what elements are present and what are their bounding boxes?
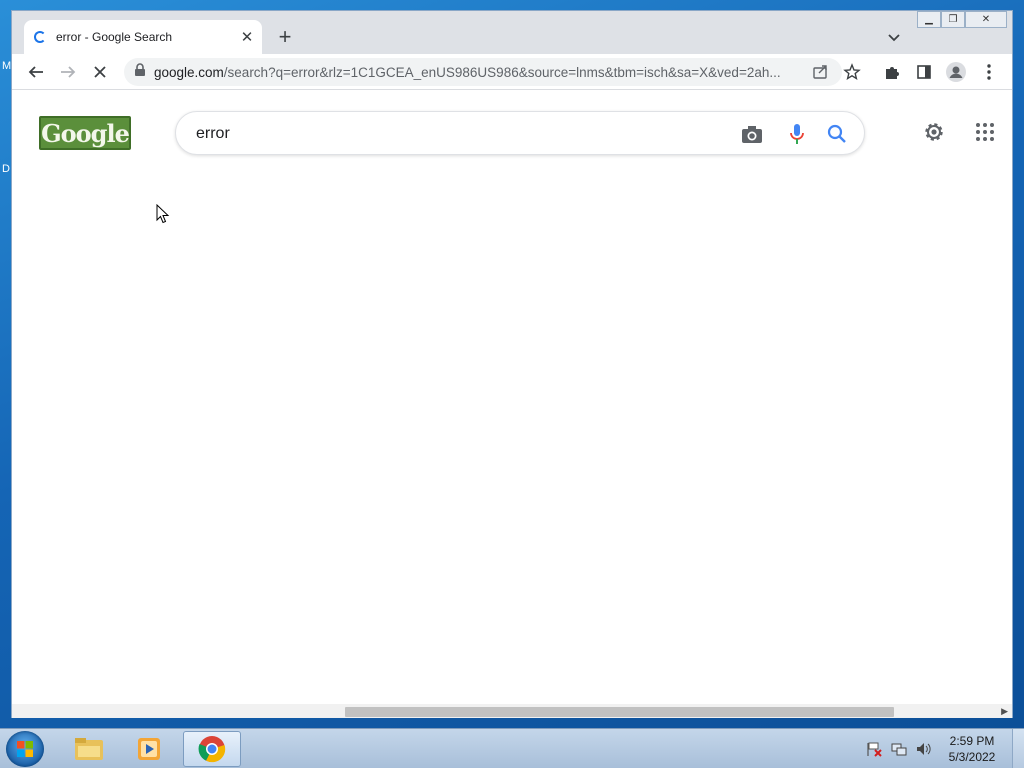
clock-time: 2:59 PM <box>949 734 995 748</box>
camera-icon[interactable] <box>740 122 764 146</box>
extensions-puzzle-icon[interactable] <box>880 60 904 84</box>
minimize-button[interactable]: ▁ <box>917 11 941 28</box>
forward-button[interactable] <box>56 60 80 84</box>
search-icon[interactable] <box>825 122 849 146</box>
address-url: google.com/search?q=error&rlz=1C1GCEA_en… <box>154 64 781 80</box>
show-desktop-button[interactable] <box>1012 729 1024 768</box>
bookmark-star-icon[interactable] <box>840 60 864 84</box>
tab-title: error - Google Search <box>56 30 173 44</box>
browser-menu-icon[interactable] <box>977 60 1001 84</box>
taskbar: 2:59 PM 5/3/2022 <box>0 728 1024 768</box>
taskbar-media-player-icon[interactable] <box>120 731 178 767</box>
restore-button[interactable]: ❐ <box>941 11 965 28</box>
loading-spinner-icon <box>34 31 46 43</box>
settings-gear-icon[interactable] <box>921 119 947 145</box>
lock-icon[interactable] <box>134 62 146 82</box>
profile-avatar-icon[interactable] <box>944 60 968 84</box>
taskbar-chrome-icon[interactable] <box>183 731 241 767</box>
scroll-right-arrow-icon[interactable]: ▶ <box>1001 706 1008 717</box>
desktop-icon-label-fragment: M <box>2 60 12 72</box>
tab-strip: error - Google Search ✕ + ▁ ❐ ✕ <box>12 11 1012 54</box>
mouse-cursor-icon <box>156 204 170 224</box>
volume-speaker-icon[interactable] <box>915 741 931 757</box>
page-content: Google error <box>12 90 1012 704</box>
tab-search-chevron-icon[interactable] <box>884 27 904 47</box>
network-icon[interactable] <box>891 741 907 757</box>
back-button[interactable] <box>24 60 48 84</box>
system-clock[interactable]: 2:59 PM 5/3/2022 <box>938 733 1006 765</box>
scrollbar-thumb[interactable] <box>345 707 894 717</box>
browser-window: error - Google Search ✕ + ▁ ❐ ✕ google.c… <box>11 10 1013 718</box>
search-query-text[interactable]: error <box>196 125 230 143</box>
clock-date: 5/3/2022 <box>948 750 996 764</box>
stop-loading-button[interactable] <box>88 60 112 84</box>
google-doodle-logo[interactable]: Google <box>39 116 131 150</box>
horizontal-scrollbar[interactable]: ▶ <box>12 704 1012 718</box>
new-tab-button[interactable]: + <box>274 26 296 48</box>
search-input[interactable]: error <box>175 111 865 155</box>
tab-active[interactable]: error - Google Search ✕ <box>24 20 262 54</box>
microphone-icon[interactable] <box>785 122 809 146</box>
toolbar: google.com/search?q=error&rlz=1C1GCEA_en… <box>12 54 1012 90</box>
start-button[interactable] <box>6 731 44 767</box>
apps-grid-icon[interactable] <box>972 119 998 145</box>
address-bar[interactable]: google.com/search?q=error&rlz=1C1GCEA_en… <box>124 58 842 86</box>
side-panel-icon[interactable] <box>912 60 936 84</box>
desktop-icon-label-fragment: D <box>2 163 10 175</box>
action-center-flag-icon[interactable] <box>866 741 882 757</box>
taskbar-explorer-icon[interactable] <box>60 731 118 767</box>
share-icon[interactable] <box>812 63 830 86</box>
tab-close-icon[interactable]: ✕ <box>238 28 256 46</box>
close-window-button[interactable]: ✕ <box>965 11 1007 28</box>
